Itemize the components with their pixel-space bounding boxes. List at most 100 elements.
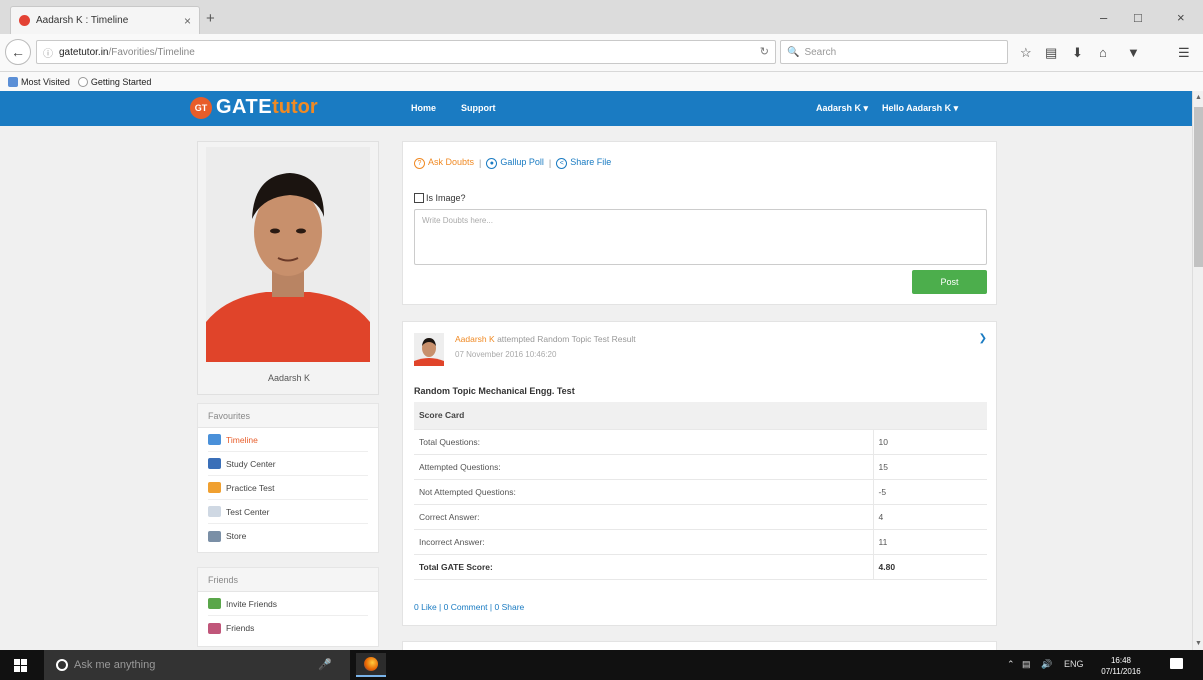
- tray-expand-icon[interactable]: ⌃: [1007, 659, 1015, 670]
- close-window-button[interactable]: ×: [1177, 10, 1185, 25]
- hello-user-menu[interactable]: Hello Aadarsh K ▾: [882, 103, 958, 114]
- volume-icon[interactable]: 🔊: [1041, 659, 1052, 670]
- row-value: -5: [872, 479, 987, 505]
- row-value: 4: [872, 504, 987, 530]
- sidebar-item-friends[interactable]: Friends: [208, 616, 368, 640]
- gallup-poll-tab[interactable]: ● Gallup Poll: [486, 157, 544, 169]
- post-author[interactable]: Aadarsh K: [455, 334, 495, 344]
- post-meta: Aadarsh K attempted Random Topic Test Re…: [455, 334, 636, 344]
- sidebar-item-practice-test[interactable]: Practice Test: [208, 476, 368, 500]
- clock-date: 07/11/2016: [1101, 667, 1141, 676]
- favourites-heading: Favourites: [198, 404, 378, 428]
- sidebar-item-label: Timeline: [226, 434, 258, 445]
- question-icon: ?: [414, 158, 425, 169]
- getting-started-icon: [77, 76, 88, 87]
- sidebar-item-label: Friends: [226, 623, 255, 633]
- post-composer: ? Ask Doubts | ● Gallup Poll | < Share File…: [402, 141, 997, 305]
- share-file-label: Share File: [570, 157, 612, 167]
- browser-tab[interactable]: Aadarsh K : Timeline ×: [10, 6, 200, 34]
- clock-time: 16:48: [1110, 656, 1132, 665]
- most-visited-icon: [8, 76, 18, 87]
- ask-doubts-label: Ask Doubts: [428, 157, 475, 167]
- reading-list-icon[interactable]: ▤: [1045, 45, 1057, 61]
- profile-name: Aadarsh K: [267, 373, 311, 383]
- post-title: Random Topic Mechanical Engg. Test: [414, 386, 575, 396]
- new-tab-button[interactable]: +: [206, 10, 215, 27]
- sidebar-item-label: Invite Friends: [226, 598, 278, 609]
- sidebar-item-timeline[interactable]: Timeline: [208, 428, 368, 452]
- scroll-down-icon[interactable]: ▼: [1193, 640, 1203, 647]
- home-icon[interactable]: ⌂: [1099, 45, 1107, 60]
- is-image-checkbox[interactable]: Is Image?: [414, 193, 466, 203]
- firefox-taskbar-button[interactable]: [356, 653, 386, 677]
- logo-badge: GT: [190, 96, 212, 119]
- score-card-heading: Score Card: [414, 402, 987, 430]
- nav-support[interactable]: Support: [461, 103, 496, 113]
- site-info-icon[interactable]: ⓘ: [43, 45, 53, 60]
- chevron-down-icon[interactable]: ❯: [979, 333, 987, 344]
- row-label: Not Attempted Questions:: [414, 479, 873, 505]
- action-center-icon[interactable]: [1170, 658, 1183, 669]
- sidebar-item-study-center[interactable]: Study Center: [208, 452, 368, 476]
- bookmark-getting-started[interactable]: Getting Started: [91, 77, 152, 87]
- menu-icon[interactable]: ☰: [1178, 45, 1190, 61]
- maximize-button[interactable]: □: [1134, 10, 1142, 25]
- row-label: Attempted Questions:: [414, 454, 873, 480]
- row-label: Correct Answer:: [414, 504, 873, 530]
- scrollbar-thumb[interactable]: [1194, 107, 1203, 267]
- bookmark-most-visited[interactable]: Most Visited: [21, 77, 70, 87]
- browser-nav-bar: ← ⓘ gatetutor.in /Favorities/Timeline ↻ …: [0, 34, 1203, 72]
- scroll-up-icon[interactable]: ▲: [1193, 94, 1203, 101]
- study-center-icon: [208, 458, 221, 469]
- pocket-icon[interactable]: ▼: [1127, 45, 1140, 60]
- sidebar-item-test-center[interactable]: Test Center: [208, 500, 368, 524]
- share-file-tab[interactable]: < Share File: [556, 157, 611, 169]
- reload-icon[interactable]: ↻: [760, 45, 769, 58]
- downloads-icon[interactable]: ⬇: [1072, 45, 1083, 61]
- cortana-search-input[interactable]: Ask me anything 🎤: [44, 650, 350, 680]
- firefox-icon: [364, 657, 378, 671]
- network-icon[interactable]: ▤: [1022, 659, 1031, 670]
- language-indicator[interactable]: ENG: [1064, 659, 1084, 669]
- minimize-button[interactable]: –: [1100, 10, 1107, 25]
- taskbar-clock[interactable]: 16:48 07/11/2016: [1101, 655, 1141, 677]
- nav-home[interactable]: Home: [411, 103, 436, 113]
- bookmark-star-icon[interactable]: ☆: [1020, 45, 1032, 61]
- gatetutor-favicon-icon: [19, 15, 30, 26]
- sidebar-item-label: Study Center: [226, 458, 276, 469]
- row-label: Incorrect Answer:: [414, 529, 873, 555]
- total-score-row: Total GATE Score: 4.80: [414, 554, 987, 580]
- address-bar[interactable]: ⓘ gatetutor.in /Favorities/Timeline ↻: [36, 40, 776, 64]
- gatetutor-logo[interactable]: GT GATE tutor: [190, 96, 318, 119]
- search-placeholder: Search: [804, 46, 837, 58]
- windows-taskbar: Ask me anything 🎤 ⌃ ▤ 🔊 ENG 16:48 07/11/…: [0, 650, 1203, 680]
- profile-photo[interactable]: [206, 147, 370, 362]
- logo-text-tutor: tutor: [272, 96, 318, 118]
- windows-start-icon[interactable]: [14, 659, 27, 672]
- checkbox[interactable]: [414, 193, 424, 203]
- sidebar-item-label: Practice Test: [226, 482, 275, 493]
- user-menu[interactable]: Aadarsh K ▾: [816, 103, 868, 114]
- table-row: Not Attempted Questions: -5: [414, 479, 987, 505]
- tab-close-icon[interactable]: ×: [184, 14, 191, 28]
- practice-test-icon: [208, 482, 221, 493]
- url-path: /Favorities/Timeline: [108, 46, 195, 58]
- doubt-textarea[interactable]: Write Doubts here...: [414, 209, 987, 265]
- friends-icon: [208, 622, 221, 634]
- composer-actions: ? Ask Doubts | ● Gallup Poll | < Share File: [414, 157, 611, 169]
- favourites-panel: Favourites Timeline Study Center Practic…: [197, 403, 379, 553]
- sidebar-item-invite-friends[interactable]: Invite Friends: [208, 592, 368, 616]
- sidebar-item-store[interactable]: Store: [208, 524, 368, 548]
- post-footer-actions[interactable]: 0 Like | 0 Comment | 0 Share: [414, 602, 524, 612]
- friends-heading: Friends: [198, 568, 378, 592]
- browser-tab-bar: Aadarsh K : Timeline × + – □ ×: [0, 0, 1203, 34]
- browser-search-input[interactable]: 🔍 Search: [780, 40, 1008, 64]
- avatar[interactable]: [414, 333, 444, 366]
- cortana-placeholder: Ask me anything: [74, 659, 156, 671]
- ask-doubts-tab[interactable]: ? Ask Doubts: [414, 157, 474, 169]
- back-button[interactable]: ←: [5, 39, 31, 65]
- sidebar-item-label: Store: [226, 531, 247, 541]
- page-scrollbar[interactable]: ▲ ▼: [1192, 91, 1203, 650]
- microphone-icon[interactable]: 🎤: [318, 658, 332, 671]
- post-button[interactable]: Post: [912, 270, 987, 294]
